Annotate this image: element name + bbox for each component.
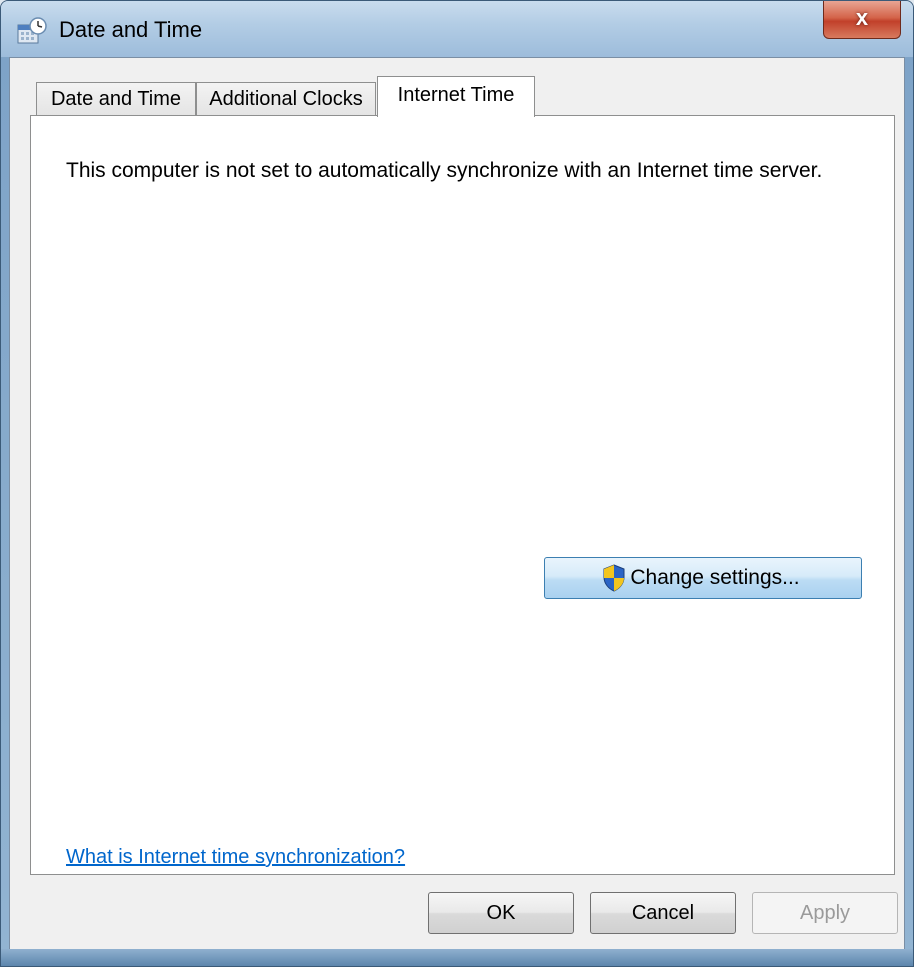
internet-time-panel: This computer is not set to automaticall… [30,115,895,875]
window-title: Date and Time [59,17,203,42]
uac-shield-icon [603,564,625,592]
internet-time-help-link[interactable]: What is Internet time synchronization? [66,846,405,869]
cancel-button[interactable]: Cancel [590,892,736,934]
change-settings-button[interactable]: Change settings... [544,557,862,599]
window-bottom-frame [1,949,913,966]
apply-button[interactable]: Apply [752,892,898,934]
title-bar[interactable]: Date and Time x [1,1,913,57]
tab-date-and-time[interactable]: Date and Time [36,82,196,116]
close-icon: x [855,5,869,30]
date-time-window: Date and Time x Date and Time Additional… [0,0,914,967]
tab-internet-time[interactable]: Internet Time [377,76,535,117]
date-time-icon [17,17,47,44]
dialog-client-area: Date and Time Additional Clocks Internet… [9,57,905,951]
change-settings-label: Change settings... [630,566,800,589]
ok-button[interactable]: OK [428,892,574,934]
tab-additional-clocks[interactable]: Additional Clocks [196,82,376,116]
close-button[interactable]: x [823,1,901,39]
sync-status-text: This computer is not set to automaticall… [66,159,823,182]
